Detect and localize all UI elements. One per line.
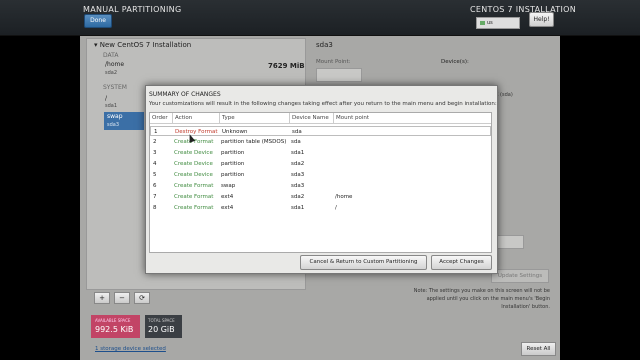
help-button[interactable]: Help! [529, 12, 554, 27]
keyboard-layout-selector[interactable]: us [476, 17, 520, 29]
row-order: 5 [153, 172, 157, 178]
row-order: 7 [153, 194, 157, 200]
row-device: sda1 [291, 205, 305, 211]
row-device: sda [291, 139, 301, 145]
table-row[interactable]: 3 Create Device partition sda1 [150, 148, 491, 158]
column-header-device[interactable]: Device Name [290, 113, 334, 124]
column-header-mount[interactable]: Mount point [334, 113, 491, 124]
storage-device-link[interactable]: 1 storage device selected [95, 346, 166, 352]
row-device: sda2 [291, 161, 305, 167]
update-settings-button[interactable]: Update Settings [491, 269, 549, 283]
dialog-title: SUMMARY OF CHANGES [149, 91, 221, 98]
table-row[interactable]: 1 Destroy Format Unknown sda [150, 126, 491, 136]
screen-title: MANUAL PARTITIONING [83, 5, 182, 14]
row-action: Create Device [174, 161, 213, 167]
row-mount: /home [335, 194, 353, 200]
installer-title: CENTOS 7 INSTALLATION [470, 5, 576, 14]
row-order: 2 [153, 139, 157, 145]
row-type: partition [221, 172, 245, 178]
changes-table: Order Action Type Device Name Mount poin… [149, 112, 492, 253]
selected-device-title: sda3 [316, 41, 333, 49]
row-type: swap [221, 183, 236, 189]
total-space-label: TOTAL SPACE [148, 318, 175, 323]
total-space-value: 20 GiB [148, 325, 175, 334]
install-group-title: New CentOS 7 Installation [99, 41, 192, 49]
available-space-badge: AVAILABLE SPACE 992.5 KiB [91, 315, 140, 338]
row-device: sda3 [291, 183, 305, 189]
row-type: ext4 [221, 205, 234, 211]
row-device: sda2 [291, 194, 305, 200]
dialog-description: Your customizations will result in the f… [149, 101, 497, 107]
row-device: sda1 [291, 150, 305, 156]
table-row[interactable]: 7 Create Format ext4 sda2 /home [150, 192, 491, 202]
partition-home-size: 7629 MiB [268, 62, 305, 70]
reset-all-button[interactable]: Reset All [521, 342, 556, 356]
row-order: 3 [153, 150, 157, 156]
row-type: Unknown [222, 129, 248, 135]
column-header-type[interactable]: Type [220, 113, 290, 124]
total-space-badge: TOTAL SPACE 20 GiB [145, 315, 182, 338]
row-action: Create Format [174, 194, 214, 200]
mount-point-label: Mount Point: [316, 59, 351, 65]
row-type: partition [221, 161, 245, 167]
table-row[interactable]: 4 Create Device partition sda2 [150, 159, 491, 169]
accept-changes-button[interactable]: Accept Changes [431, 255, 492, 270]
partition-swap-device: sda3 [107, 122, 120, 128]
partition-root-device: sda1 [105, 103, 118, 109]
row-action: Create Device [174, 150, 213, 156]
row-action: Create Format [174, 183, 214, 189]
row-type: ext4 [221, 194, 234, 200]
table-row[interactable]: 8 Create Format ext4 sda1 / [150, 203, 491, 213]
devices-label: Device(s): [441, 59, 469, 65]
column-header-action[interactable]: Action [173, 113, 220, 124]
partition-home-device: sda2 [105, 70, 118, 76]
partition-root-mount[interactable]: / [105, 95, 107, 102]
table-row[interactable]: 6 Create Format swap sda3 [150, 181, 491, 191]
row-mount: / [335, 205, 337, 211]
settings-note: Note: The settings you make on this scre… [413, 288, 550, 310]
remove-partition-button[interactable]: − [114, 292, 130, 304]
row-device: sda [292, 129, 302, 135]
partition-controls: + − ⟳ [92, 292, 152, 306]
keyboard-layout-label: us [487, 20, 493, 26]
table-row[interactable]: 2 Create Format partition table (MSDOS) … [150, 137, 491, 147]
partition-home-mount[interactable]: /home [105, 61, 124, 68]
row-type: partition [221, 150, 245, 156]
cancel-return-button[interactable]: Cancel & Return to Custom Partitioning [300, 255, 427, 270]
install-group-header[interactable]: ▾ New CentOS 7 Installation [94, 41, 191, 49]
available-space-value: 992.5 KiB [95, 325, 134, 334]
partition-swap-mount: swap [107, 113, 123, 120]
keyboard-icon [480, 20, 485, 25]
row-order: 1 [154, 129, 158, 135]
done-button[interactable]: Done [84, 14, 112, 28]
mount-point-input[interactable] [316, 68, 362, 82]
system-section-label: SYSTEM [103, 84, 127, 91]
row-order: 4 [153, 161, 157, 167]
row-action: Create Format [174, 205, 214, 211]
add-partition-button[interactable]: + [94, 292, 110, 304]
table-row[interactable]: 5 Create Device partition sda3 [150, 170, 491, 180]
summary-of-changes-dialog: SUMMARY OF CHANGES Your customizations w… [145, 85, 498, 274]
row-order: 8 [153, 205, 157, 211]
available-space-label: AVAILABLE SPACE [95, 318, 131, 323]
row-action: Destroy Format [175, 129, 218, 135]
data-section-label: DATA [103, 52, 119, 59]
row-action: Create Device [174, 172, 213, 178]
top-bar: MANUAL PARTITIONING Done CENTOS 7 INSTAL… [0, 0, 640, 36]
row-order: 6 [153, 183, 157, 189]
refresh-button[interactable]: ⟳ [134, 292, 150, 304]
row-device: sda3 [291, 172, 305, 178]
column-header-order[interactable]: Order [150, 113, 173, 124]
row-type: partition table (MSDOS) [221, 139, 287, 145]
label-input[interactable] [494, 235, 524, 249]
